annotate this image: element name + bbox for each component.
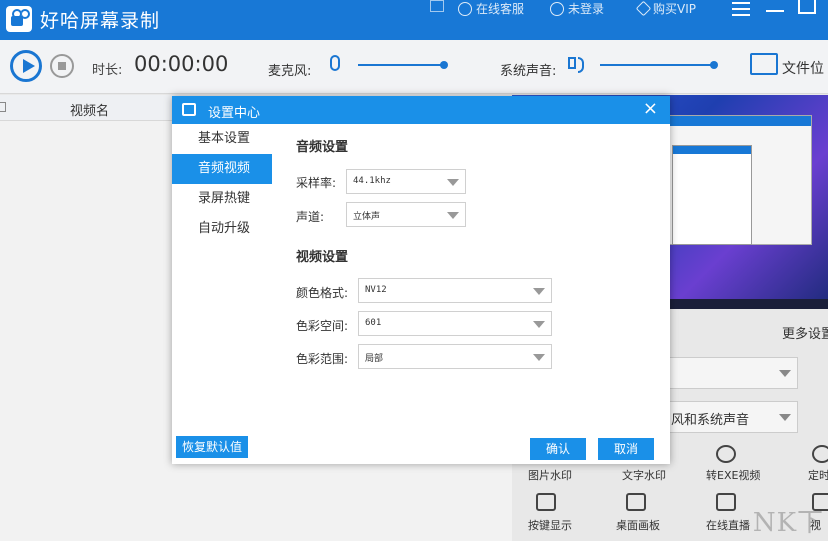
restore-default-button[interactable]: 恢复默认值	[176, 436, 248, 458]
color-space-value: 601	[365, 318, 382, 328]
more-settings-link[interactable]: 更多设置	[782, 323, 828, 342]
login-label: 未登录	[568, 2, 605, 16]
buy-vip-label: 购买VIP	[653, 2, 696, 16]
nav-auto-update[interactable]: 自动升级	[172, 214, 272, 244]
title-bar: 好哈屏幕录制 在线客服 未登录 购买VIP	[0, 0, 828, 40]
user-icon	[550, 1, 564, 16]
settings-dialog: 设置中心 × 基本设置 音频视频 录屏热键 自动升级 音频设置 采样率: 44.…	[172, 96, 670, 464]
site-watermark: NK下	[752, 508, 824, 538]
settings-body: 音频设置 采样率: 44.1khz 声道: 立体声 视频设置 颜色格式: NV1…	[272, 124, 670, 464]
nav-hotkeys[interactable]: 录屏热键	[172, 184, 272, 214]
mic-volume-slider[interactable]	[358, 61, 449, 69]
system-volume-knob[interactable]	[710, 61, 718, 69]
color-range-label: 色彩范围:	[296, 352, 349, 366]
sample-rate-select[interactable]: 44.1khz	[346, 169, 466, 194]
close-icon[interactable]: ×	[643, 99, 658, 119]
sample-rate-value: 44.1khz	[353, 176, 391, 186]
login-link[interactable]: 未登录	[550, 0, 604, 17]
app-logo-icon	[6, 6, 32, 32]
headset-icon	[458, 1, 472, 16]
color-space-label: 色彩空间:	[296, 319, 349, 333]
chevron-down-icon	[447, 212, 459, 219]
menu-icon[interactable]	[732, 2, 750, 18]
color-format-value: NV12	[365, 285, 387, 295]
grid-icon[interactable]	[430, 0, 444, 12]
chevron-down-icon	[447, 179, 459, 186]
exe-video-icon[interactable]	[716, 445, 736, 463]
stop-record-button[interactable]	[50, 54, 74, 78]
audio-source-value: 风和系统声音	[671, 413, 750, 428]
timer-icon[interactable]	[812, 445, 828, 463]
chevron-down-icon	[779, 414, 791, 421]
tool-timer[interactable]: 定时	[808, 467, 828, 483]
settings-nav: 基本设置 音频视频 录屏热键 自动升级	[172, 124, 272, 244]
duration-value: 00:00:00	[134, 52, 229, 76]
cancel-button[interactable]: 取消	[598, 438, 654, 460]
record-area-dropdown[interactable]	[662, 357, 798, 389]
system-volume-slider[interactable]	[600, 61, 718, 69]
chevron-down-icon	[533, 354, 545, 361]
tool-text-watermark[interactable]: 文字水印	[622, 467, 666, 483]
drawing-board-icon[interactable]	[626, 493, 646, 511]
duration-label: 时长:	[92, 63, 123, 78]
start-record-button[interactable]	[10, 50, 42, 82]
tool-image-watermark[interactable]: 图片水印	[528, 467, 572, 483]
tool-live-stream[interactable]: 在线直播	[706, 517, 750, 533]
online-service-link[interactable]: 在线客服	[458, 0, 524, 17]
app-title: 好哈屏幕录制	[40, 10, 161, 32]
channel-label: 声道:	[296, 210, 325, 224]
audio-source-dropdown[interactable]: 风和系统声音	[662, 401, 798, 433]
channel-value: 立体声	[353, 212, 381, 222]
speaker-icon[interactable]	[568, 57, 584, 73]
audio-section-title: 音频设置	[296, 140, 349, 155]
chevron-down-icon	[533, 321, 545, 328]
confirm-button[interactable]: 确认	[530, 438, 586, 460]
keyboard-icon[interactable]	[536, 493, 556, 511]
sample-rate-label: 采样率:	[296, 176, 337, 190]
system-sound-label: 系统声音:	[500, 64, 557, 79]
folder-label[interactable]: 文件位	[782, 58, 824, 78]
tool-key-display[interactable]: 按键显示	[528, 517, 572, 533]
color-range-select[interactable]: 局部	[358, 344, 552, 369]
dialog-title-bar: 设置中心 ×	[172, 96, 670, 124]
video-section-title: 视频设置	[296, 250, 349, 265]
microphone-icon[interactable]	[330, 55, 340, 71]
color-format-select[interactable]: NV12	[358, 278, 552, 303]
mic-label: 麦克风:	[268, 64, 312, 79]
mic-volume-knob[interactable]	[440, 61, 449, 69]
channel-select[interactable]: 立体声	[346, 202, 466, 227]
buy-vip-link[interactable]: 购买VIP	[635, 0, 696, 17]
color-range-value: 局部	[365, 354, 384, 364]
online-service-label: 在线客服	[476, 2, 525, 16]
dialog-title: 设置中心	[208, 106, 261, 121]
record-toolbar: 时长: 00:00:00 麦克风: 系统声音: 文件位	[0, 40, 828, 94]
live-stream-icon[interactable]	[716, 493, 736, 511]
column-video-name: 视频名	[70, 104, 110, 119]
nav-audio-video[interactable]: 音频视频	[172, 154, 272, 184]
minimize-icon[interactable]	[766, 2, 784, 12]
select-all-checkbox[interactable]	[0, 102, 6, 112]
preview-subwindow	[672, 145, 752, 245]
tool-exe-video[interactable]: 转EXE视频	[706, 467, 760, 483]
color-space-select[interactable]: 601	[358, 311, 552, 336]
diamond-icon	[635, 0, 652, 17]
folder-icon[interactable]	[750, 53, 778, 75]
chevron-down-icon	[533, 288, 545, 295]
chevron-down-icon	[779, 370, 791, 377]
tool-drawing-board[interactable]: 桌面画板	[616, 517, 660, 533]
settings-camera-icon	[182, 103, 196, 116]
color-format-label: 颜色格式:	[296, 286, 349, 300]
nav-basic-settings[interactable]: 基本设置	[172, 124, 272, 154]
maximize-icon[interactable]	[798, 0, 816, 14]
